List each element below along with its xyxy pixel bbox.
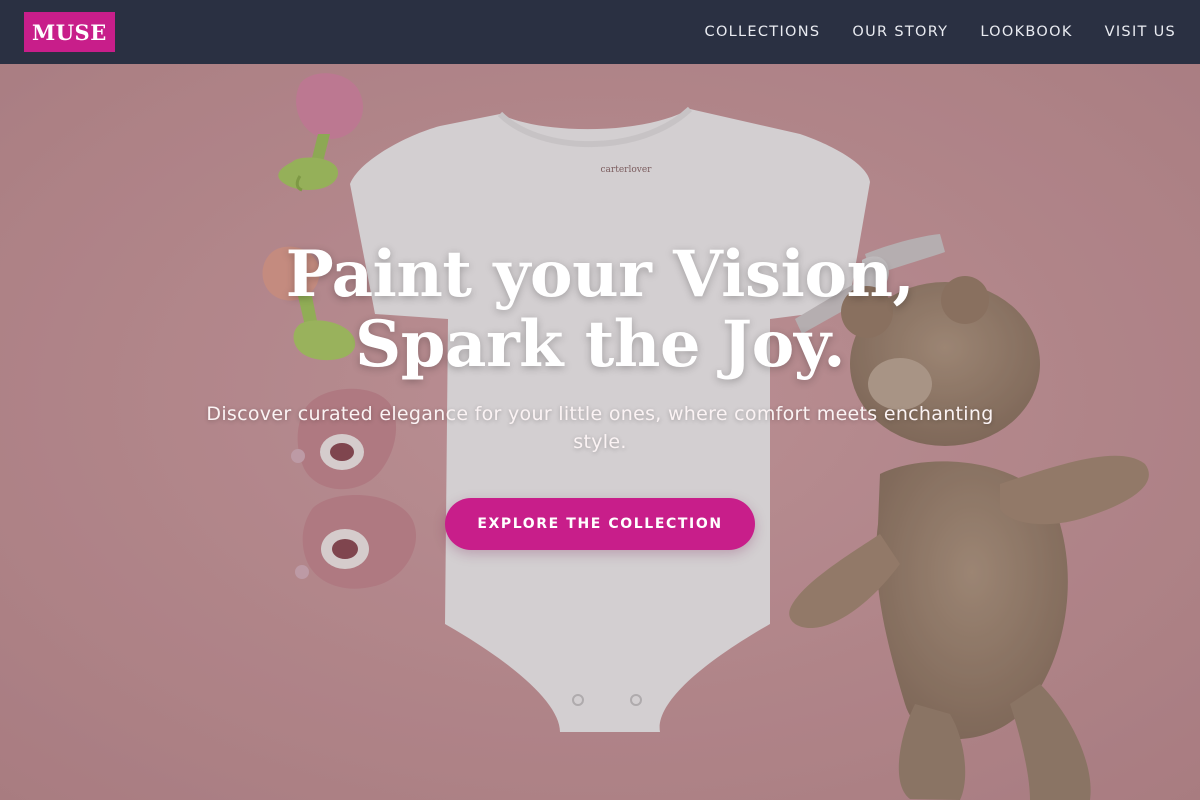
explore-collection-button[interactable]: EXPLORE THE COLLECTION [445,498,755,550]
nav-link-collections[interactable]: COLLECTIONS [705,24,821,40]
hero-headline-line-1: Paint your Vision, [285,237,915,312]
top-navigation-bar: MUSE COLLECTIONS OUR STORY LOOKBOOK VISI… [0,0,1200,64]
hero-section: carterlover Paint your Vision, Spark the… [0,64,1200,800]
nav-link-visit-us[interactable]: VISIT US [1105,24,1176,40]
brand-logo-text: MUSE [32,19,107,45]
hero-headline: Paint your Vision, Spark the Joy. [286,240,915,380]
landing-page: MUSE COLLECTIONS OUR STORY LOOKBOOK VISI… [0,0,1200,800]
hero-content: Paint your Vision, Spark the Joy. Discov… [0,240,1200,550]
brand-logo[interactable]: MUSE [24,12,115,52]
main-nav-links: COLLECTIONS OUR STORY LOOKBOOK VISIT US [705,24,1176,40]
hero-subheadline: Discover curated elegance for your littl… [206,403,994,453]
nav-link-lookbook[interactable]: LOOKBOOK [980,24,1072,40]
hero-headline-line-2: Spark the Joy. [355,307,845,382]
nav-link-our-story[interactable]: OUR STORY [852,24,948,40]
